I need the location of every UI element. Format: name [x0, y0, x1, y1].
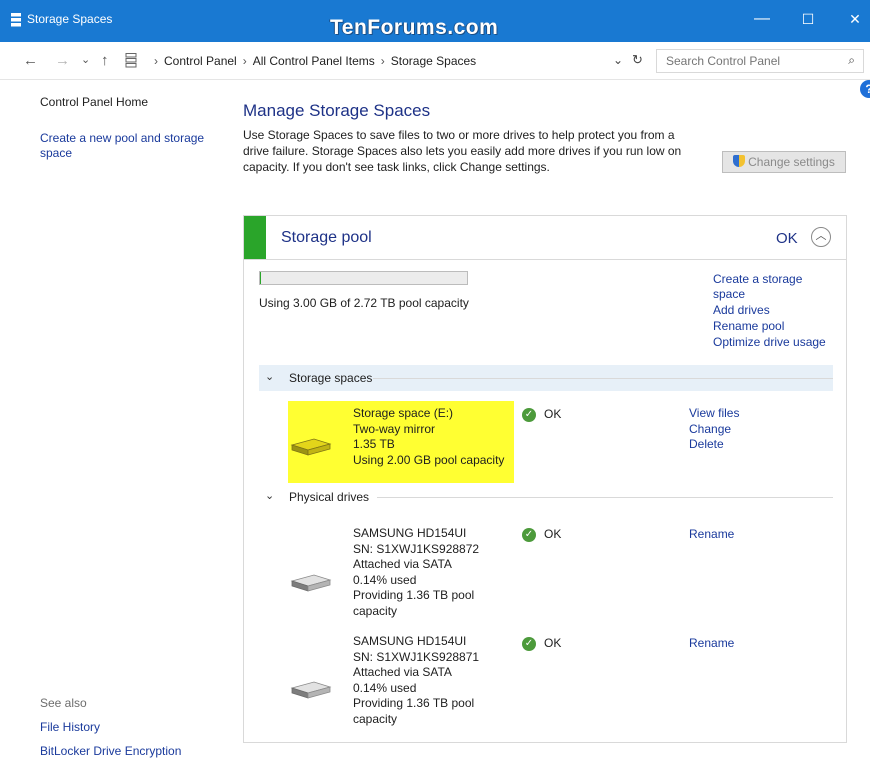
control-panel-home-link[interactable]: Control Panel Home [40, 95, 148, 109]
status-text: OK [544, 407, 562, 421]
bitlocker-link[interactable]: BitLocker Drive Encryption [40, 744, 181, 759]
physical-drive-icon [290, 574, 332, 592]
check-icon: ✓ [522, 408, 536, 422]
maximize-button[interactable]: ☐ [793, 8, 823, 30]
add-drives-link[interactable]: Add drives [713, 303, 770, 318]
file-history-link[interactable]: File History [40, 720, 100, 735]
drive-serial: SN: S1XWJ1KS928871 [353, 649, 480, 664]
uac-shield-icon [733, 155, 746, 167]
collapse-icon[interactable]: ︿ [811, 227, 831, 247]
storage-space-resiliency: Two-way mirror [353, 421, 436, 436]
pool-capacity-text: Using 3.00 GB of 2.72 TB pool capacity [259, 296, 469, 310]
pool-status: OK [776, 230, 798, 247]
drive-providing: Providing 1.36 TB pool [353, 588, 475, 602]
breadcrumb-separator-icon: › [154, 54, 158, 68]
drive-attachment: Attached via SATA [353, 557, 452, 571]
view-files-link[interactable]: View files [689, 406, 739, 422]
storage-pool-header[interactable]: Storage pool OK ︿ [244, 216, 846, 260]
create-storage-space-link-line2[interactable]: space [713, 287, 745, 302]
drive-used: 0.14% used [353, 680, 417, 695]
rename-drive-link[interactable]: Rename [689, 527, 734, 543]
change-settings-button[interactable]: Change settings [722, 151, 846, 173]
watermark: TenForums.com [330, 16, 499, 39]
section-divider [373, 378, 833, 379]
storage-space-usage: Using 2.00 GB pool capacity [353, 452, 505, 467]
refresh-icon[interactable]: ↻ [632, 52, 643, 68]
physical-drive-details: SAMSUNG HD154UI SN: S1XWJ1KS928872 Attac… [353, 526, 479, 619]
drive-attachment: Attached via SATA [353, 665, 452, 679]
breadcrumb-storage-spaces[interactable]: Storage Spaces [391, 54, 476, 68]
address-bar: ← → ⌄ ↑ › Control Panel › All Control Panel… [0, 42, 870, 80]
drive-providing: Providing 1.36 TB pool [353, 696, 475, 710]
rename-drive-link[interactable]: Rename [689, 636, 734, 652]
create-pool-link[interactable]: Create a new pool and storage space [40, 131, 204, 161]
breadcrumb-separator-icon[interactable]: › [381, 54, 385, 68]
change-settings-label: Change settings [748, 155, 835, 169]
drive-serial: SN: S1XWJ1KS928872 [353, 541, 480, 556]
drive-model: SAMSUNG HD154UI [353, 634, 467, 648]
address-dropdown-icon[interactable]: ⌄ [613, 53, 623, 67]
storage-spaces-section-header[interactable]: ⌄ Storage spaces [259, 365, 833, 391]
description-line: Use Storage Spaces to save files to two … [243, 128, 675, 142]
drive-providing-cont: capacity [353, 603, 398, 618]
help-icon[interactable]: ? [860, 80, 870, 98]
storage-space-links: View files Change Delete [689, 406, 739, 453]
storage-location-icon [125, 53, 137, 68]
create-pool-link-line1[interactable]: Create a new pool and storage [40, 131, 204, 146]
description-line: capacity. If you don't see task links, c… [243, 160, 550, 174]
physical-drive-icon [290, 681, 332, 699]
page-description: Use Storage Spaces to save files to two … [243, 127, 703, 175]
drive-model: SAMSUNG HD154UI [353, 526, 467, 540]
change-link[interactable]: Change [689, 422, 739, 438]
storage-pool-panel: Storage pool OK ︿ Using 3.00 GB of 2.72 … [243, 215, 847, 743]
search-box[interactable]: ⌕ [656, 49, 864, 73]
pool-capacity-bar [259, 271, 468, 285]
storage-space-name: Storage space (E:) [353, 406, 454, 420]
storage-space-drive-icon [290, 438, 332, 456]
description-line: drive failure. Storage Spaces also lets … [243, 144, 682, 158]
storage-space-size: 1.35 TB [353, 437, 395, 451]
title-bar: Storage Spaces TenForums.com — ☐ ✕ [0, 0, 870, 42]
status-text: OK [544, 527, 562, 541]
status-text: OK [544, 636, 562, 650]
check-icon: ✓ [522, 528, 536, 542]
see-also-label: See also [40, 696, 87, 710]
pool-status-bar [244, 216, 266, 259]
physical-drives-section-header[interactable]: ⌄ Physical drives [259, 484, 833, 510]
physical-drives-label: Physical drives [289, 490, 370, 504]
rename-pool-link[interactable]: Rename pool [713, 319, 784, 334]
chevron-down-icon[interactable]: ⌄ [265, 370, 274, 383]
search-input[interactable] [657, 50, 827, 72]
check-icon: ✓ [522, 637, 536, 651]
physical-drive-details: SAMSUNG HD154UI SN: S1XWJ1KS928871 Attac… [353, 634, 479, 727]
drive-providing-cont: capacity [353, 711, 398, 726]
close-button[interactable]: ✕ [840, 8, 870, 30]
forward-arrow-icon[interactable]: → [55, 52, 70, 69]
window-title: Storage Spaces [27, 12, 113, 26]
create-storage-space-link[interactable]: Create a storage [713, 272, 802, 287]
up-arrow-icon[interactable]: ↑ [101, 52, 109, 69]
create-pool-link-line2[interactable]: space [40, 146, 204, 161]
delete-link[interactable]: Delete [689, 437, 739, 453]
storage-spaces-app-icon [11, 13, 21, 27]
breadcrumb-control-panel[interactable]: Control Panel [164, 54, 237, 68]
breadcrumb: › Control Panel › All Control Panel Items › S… [148, 54, 476, 68]
drive-used: 0.14% used [353, 572, 417, 587]
optimize-drive-usage-link[interactable]: Optimize drive usage [713, 335, 826, 350]
breadcrumb-all-items[interactable]: All Control Panel Items [253, 54, 375, 68]
storage-spaces-label: Storage spaces [289, 371, 373, 385]
back-arrow-icon[interactable]: ← [23, 52, 38, 69]
minimize-button[interactable]: — [747, 8, 777, 30]
recent-locations-icon[interactable]: ⌄ [81, 53, 90, 66]
breadcrumb-separator-icon[interactable]: › [243, 54, 247, 68]
page-title: Manage Storage Spaces [243, 101, 431, 120]
chevron-down-icon[interactable]: ⌄ [265, 489, 274, 502]
search-icon[interactable]: ⌕ [848, 53, 855, 68]
section-divider [377, 497, 833, 498]
storage-space-details: Storage space (E:) Two-way mirror 1.35 T… [353, 406, 504, 468]
storage-pool-title: Storage pool [281, 229, 372, 246]
